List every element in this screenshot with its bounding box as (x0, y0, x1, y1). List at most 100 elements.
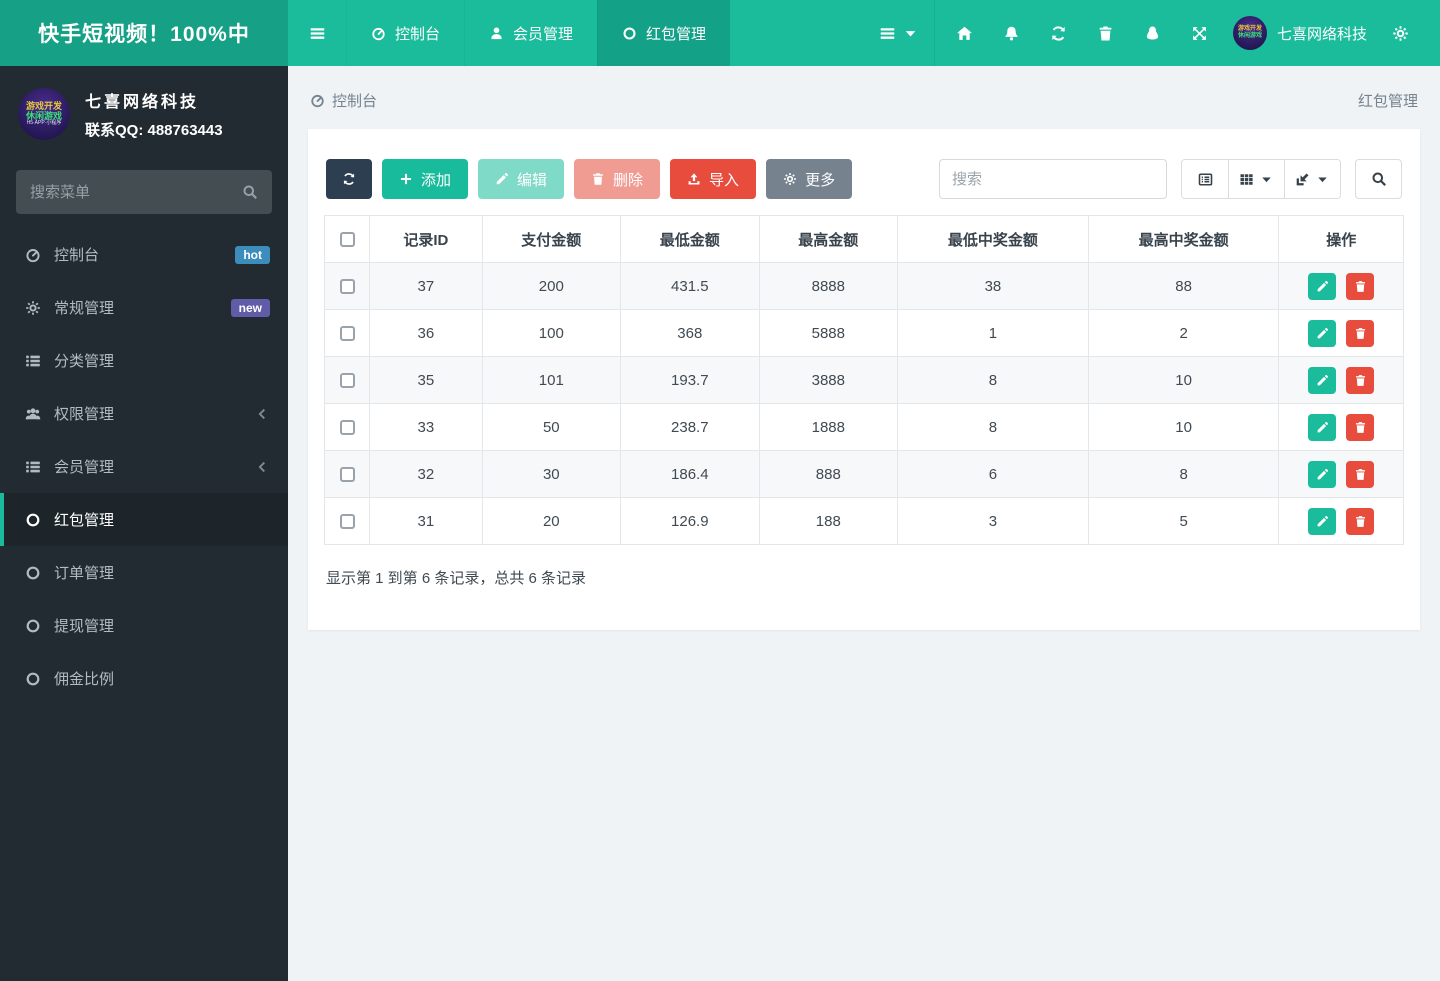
columns-button[interactable] (1229, 160, 1285, 198)
edit-button[interactable]: 编辑 (478, 159, 565, 199)
toolbar-right (939, 159, 1402, 199)
sidebar-item-redpacket[interactable]: 红包管理 (0, 493, 288, 546)
tab-redpacket[interactable]: 红包管理 (597, 0, 731, 66)
export-icon (1295, 172, 1310, 187)
tab-list-dropdown[interactable] (864, 0, 935, 66)
user-menu[interactable]: 游戏开发 休闲游戏 七喜网络科技 (1223, 16, 1377, 50)
row-delete-button[interactable] (1346, 319, 1375, 347)
breadcrumb[interactable]: 控制台 (310, 90, 377, 111)
row-delete-button[interactable] (1346, 272, 1375, 300)
tab-label: 控制台 (395, 25, 441, 43)
top-bar: 快手短视频！100%中 控制台 会员管理 红包管理 游戏开发 休闲游戏 七喜网络… (0, 0, 1440, 66)
delete-button[interactable]: 删除 (574, 159, 661, 199)
row-checkbox[interactable] (339, 326, 355, 342)
table-header-row: 记录ID 支付金额 最低金额 最高金额 最低中奖金额 最高中奖金额 操作 (323, 215, 1404, 263)
user-icon (489, 26, 504, 41)
table-panel: 添加 编辑 删除 导入 更多 搜索 记录ID 支付金额 最低金额 最高金额 最低… (308, 129, 1420, 630)
row-delete-button[interactable] (1346, 366, 1375, 394)
sidebar-item-members[interactable]: 会员管理 (0, 440, 288, 493)
fullscreen-button[interactable] (1176, 0, 1223, 66)
settings-button[interactable] (1377, 0, 1424, 66)
trash-icon (1354, 327, 1367, 340)
toolbar: 添加 编辑 删除 导入 更多 (326, 159, 1402, 199)
tab-dashboard[interactable]: 控制台 (346, 0, 464, 66)
row-edit-button[interactable] (1308, 460, 1337, 488)
avatar-text: 休闲游戏 (1237, 33, 1262, 39)
row-checkbox[interactable] (339, 279, 355, 295)
menu-search-box (16, 170, 272, 214)
row-checkbox[interactable] (339, 467, 355, 483)
row-delete-button[interactable] (1346, 413, 1375, 441)
search-submit-button[interactable] (1355, 159, 1402, 199)
import-button[interactable]: 导入 (670, 159, 757, 199)
qq-contact-button[interactable] (1129, 0, 1176, 66)
table-search-input[interactable] (939, 159, 1167, 199)
add-button[interactable]: 添加 (382, 159, 469, 199)
sidebar-item-category[interactable]: 分类管理 (0, 334, 288, 387)
refresh-button[interactable] (326, 159, 372, 199)
caret-down-icon (1259, 172, 1274, 187)
tab-members[interactable]: 会员管理 (464, 0, 597, 66)
profile-info: 七喜网络科技 联系QQ: 488763443 (85, 88, 223, 140)
row-delete-button[interactable] (1346, 460, 1375, 488)
row-edit-button[interactable] (1308, 507, 1337, 535)
menu-label: 分类管理 (54, 353, 115, 370)
sidebar-item-orders[interactable]: 订单管理 (0, 546, 288, 599)
export-button[interactable] (1285, 160, 1340, 198)
row-checkbox[interactable] (339, 373, 355, 389)
sidebar-item-commission[interactable]: 佣金比例 (0, 652, 288, 705)
new-badge: new (230, 298, 270, 317)
avatar: 游戏开发 休闲游戏 (1232, 16, 1267, 50)
sidebar-item-dashboard[interactable]: 控制台 hot (0, 228, 288, 281)
column-header: 最高金额 (758, 215, 899, 263)
refresh-icon (342, 172, 356, 186)
breadcrumb-label: 控制台 (332, 93, 378, 110)
notifications-button[interactable] (988, 0, 1035, 66)
sidebar-toggle-button[interactable] (288, 0, 346, 66)
qq-icon (1144, 25, 1161, 42)
cell-min-win: 6 (897, 450, 1089, 498)
trash-icon (1354, 468, 1367, 481)
select-all-checkbox[interactable] (339, 232, 355, 248)
cell-min-win: 8 (897, 356, 1089, 404)
clear-cache-button[interactable] (1082, 0, 1129, 66)
top-nav: 控制台 会员管理 红包管理 游戏开发 休闲游戏 七喜网络科技 (288, 0, 1440, 66)
dashboard-icon (310, 93, 325, 108)
sidebar-item-general[interactable]: 常规管理 new (0, 281, 288, 334)
cell-max-win: 10 (1087, 356, 1280, 404)
sidebar: 游戏开发 休闲游戏 H5·APP·小程序 七喜网络科技 联系QQ: 488763… (0, 66, 288, 981)
table-row: 33 50 238.7 1888 8 10 (323, 403, 1404, 451)
row-delete-button[interactable] (1346, 507, 1375, 535)
row-edit-button[interactable] (1308, 319, 1337, 347)
pencil-icon (495, 172, 509, 186)
row-checkbox[interactable] (339, 514, 355, 530)
view-button-group (1181, 159, 1341, 199)
brand-title: 快手短视频！100%中 (0, 0, 288, 66)
row-checkbox[interactable] (339, 420, 355, 436)
cell-pay-amount: 30 (481, 450, 622, 498)
button-label: 删除 (613, 171, 644, 189)
expand-icon (1191, 25, 1208, 42)
chevron-left-icon (254, 459, 270, 475)
cell-record-id: 31 (369, 497, 483, 545)
menu-label: 订单管理 (54, 565, 115, 582)
cell-max-amount: 8888 (758, 262, 899, 310)
breadcrumb-bar: 控制台 红包管理 (288, 66, 1440, 117)
cell-record-id: 33 (369, 403, 483, 451)
row-edit-button[interactable] (1308, 272, 1337, 300)
more-button[interactable]: 更多 (766, 159, 853, 199)
toggle-view-button[interactable] (1182, 160, 1229, 198)
refresh-button[interactable] (1035, 0, 1082, 66)
menu-search-input[interactable] (30, 183, 242, 201)
data-table: 记录ID 支付金额 最低金额 最高金额 最低中奖金额 最高中奖金额 操作 37 … (323, 215, 1404, 545)
sidebar-item-withdraw[interactable]: 提现管理 (0, 599, 288, 652)
table-row: 31 20 126.9 188 3 5 (323, 497, 1404, 545)
row-edit-button[interactable] (1308, 413, 1337, 441)
button-label: 导入 (709, 171, 740, 189)
row-edit-button[interactable] (1308, 366, 1337, 394)
cell-min-win: 3 (897, 497, 1089, 545)
home-button[interactable] (941, 0, 988, 66)
cell-pay-amount: 100 (481, 309, 622, 357)
hamburger-icon (309, 25, 326, 42)
sidebar-item-auth[interactable]: 权限管理 (0, 387, 288, 440)
